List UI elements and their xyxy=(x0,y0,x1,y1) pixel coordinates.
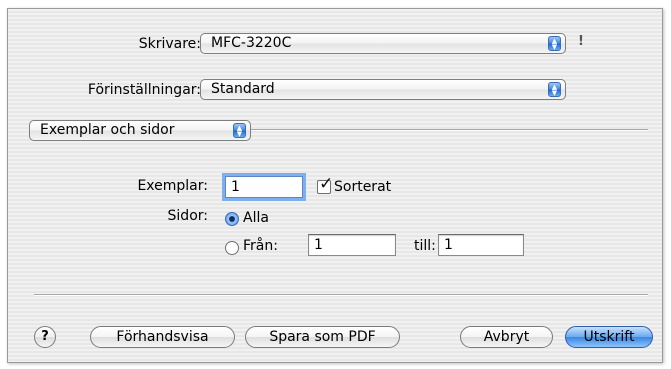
pages-from-input[interactable]: 1 xyxy=(308,234,396,256)
printer-popup[interactable]: MFC-3220C ▲ ▼ xyxy=(200,33,566,54)
pages-label: Sidor: xyxy=(167,208,208,224)
collate-label[interactable]: Sorterat xyxy=(334,179,391,195)
popup-arrows-icon: ▲ ▼ xyxy=(548,82,561,97)
footer-divider xyxy=(34,294,648,296)
pages-all-label[interactable]: Alla xyxy=(243,210,269,226)
preview-button[interactable]: Förhandsvisa xyxy=(90,326,235,348)
presets-label: Förinställningar: xyxy=(87,82,201,98)
collate-checkbox[interactable]: ✓ xyxy=(317,174,333,194)
pages-from-label[interactable]: Från: xyxy=(243,238,278,254)
printer-label: Skrivare: xyxy=(138,36,201,52)
presets-popup[interactable]: Standard ▲ ▼ xyxy=(200,79,566,100)
pages-range-radio[interactable] xyxy=(225,241,239,255)
section-divider xyxy=(250,129,648,131)
popup-arrows-icon: ▲ ▼ xyxy=(548,36,561,51)
pages-to-label: till: xyxy=(414,238,436,254)
popup-arrows-icon: ▲ ▼ xyxy=(233,123,246,138)
print-dialog: Skrivare: MFC-3220C ▲ ▼ ! Förinställninga… xyxy=(7,8,663,363)
copies-label: Exemplar: xyxy=(137,178,208,194)
section-popup[interactable]: Exemplar och sidor ▲ ▼ xyxy=(29,120,251,141)
pages-to-input[interactable]: 1 xyxy=(438,234,524,256)
print-button[interactable]: Utskrift xyxy=(565,326,653,348)
pages-all-radio[interactable] xyxy=(225,212,239,226)
copies-input[interactable]: 1 xyxy=(225,176,303,198)
section-value: Exemplar och sidor xyxy=(40,122,175,138)
help-button[interactable]: ? xyxy=(34,326,56,348)
checkmark-icon: ✓ xyxy=(319,174,334,194)
presets-value: Standard xyxy=(211,81,275,97)
printer-status-icon: ! xyxy=(578,34,584,49)
printer-value: MFC-3220C xyxy=(211,35,292,51)
save-pdf-button[interactable]: Spara som PDF xyxy=(245,326,400,348)
cancel-button[interactable]: Avbryt xyxy=(460,326,553,348)
